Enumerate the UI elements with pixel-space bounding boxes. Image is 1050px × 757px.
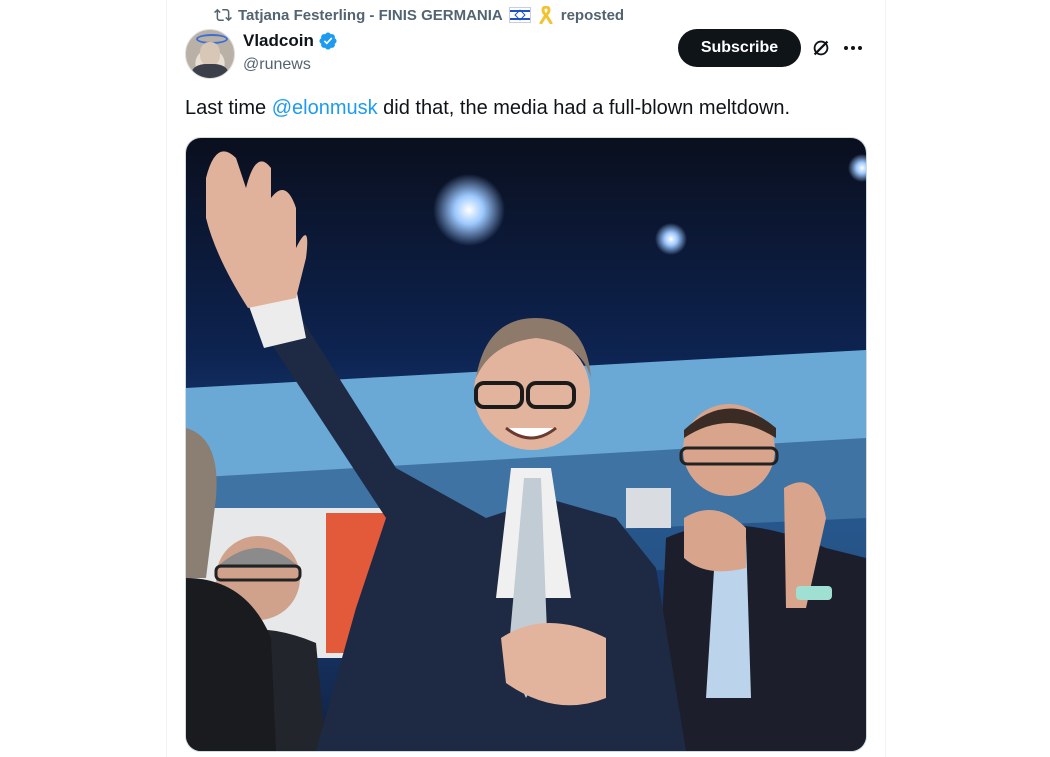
photo-illustration bbox=[186, 138, 866, 751]
subscribe-button[interactable]: Subscribe bbox=[678, 29, 801, 67]
tweet-text: Last time @elonmusk did that, the media … bbox=[185, 96, 865, 120]
author-name-row[interactable]: Vladcoin bbox=[243, 31, 338, 51]
author-handle[interactable]: @runews bbox=[243, 56, 311, 74]
more-options-button[interactable] bbox=[842, 37, 864, 59]
verified-badge-icon[interactable] bbox=[318, 31, 338, 51]
more-icon-dot bbox=[851, 46, 855, 50]
avatar-suit bbox=[192, 64, 228, 78]
repost-suffix: reposted bbox=[560, 6, 625, 24]
more-icon bbox=[844, 46, 848, 50]
more-icon-dot bbox=[858, 46, 862, 50]
tweet-text-start: Last time bbox=[185, 97, 272, 119]
tweet-text-end: did that, the media had a full-blown mel… bbox=[377, 97, 791, 119]
mention-link[interactable]: @elonmusk bbox=[272, 97, 378, 119]
israel-flag-icon bbox=[508, 7, 531, 23]
yellow-ribbon-icon bbox=[539, 6, 553, 24]
tweet-photo[interactable] bbox=[185, 137, 867, 752]
avatar[interactable] bbox=[185, 29, 235, 79]
repost-icon bbox=[214, 8, 232, 22]
repost-user-name[interactable]: Tatjana Festerling - FINIS GERMANIA bbox=[238, 7, 503, 24]
grok-icon[interactable] bbox=[810, 37, 832, 59]
repost-context[interactable]: Tatjana Festerling - FINIS GERMANIA repo… bbox=[214, 5, 624, 25]
display-name[interactable]: Vladcoin bbox=[243, 31, 314, 51]
avatar-face bbox=[200, 42, 220, 66]
